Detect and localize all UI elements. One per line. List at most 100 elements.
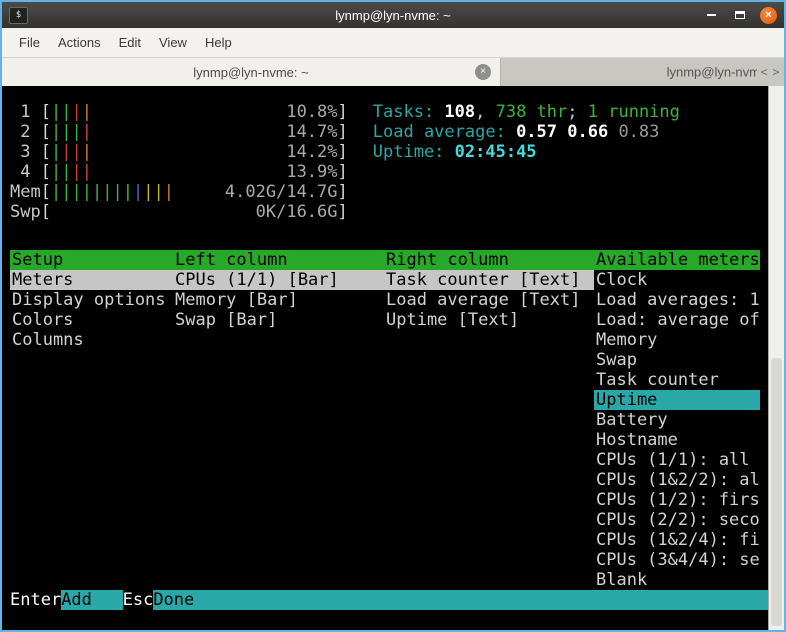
menu-item-file[interactable]: File xyxy=(10,35,49,50)
meter-bar: ||||10.8% xyxy=(51,102,338,122)
meter-value: 14.7% xyxy=(286,122,337,142)
meter-pipe: | xyxy=(71,182,81,202)
menu-bar: FileActionsEditViewHelp xyxy=(2,28,784,58)
tab-active[interactable]: lynmp@lyn-nvme: ~ × xyxy=(2,58,501,86)
meter-pipe: | xyxy=(71,162,81,182)
terminal-scrollbar[interactable] xyxy=(768,86,784,630)
panel-item-hostname[interactable]: Hostname xyxy=(594,430,760,450)
stat-segment: 0.66 xyxy=(567,122,618,142)
panel-item-task-counter-text[interactable]: Task counter [Text] xyxy=(384,270,594,290)
tab-inactive[interactable]: lynmp@lyn-nvm xyxy=(501,58,784,86)
meter-row: 1 [||||10.8%] xyxy=(10,102,348,122)
meter-row: 3 [||||14.2%] xyxy=(10,142,348,162)
menu-item-actions[interactable]: Actions xyxy=(49,35,110,50)
panel-right-column: Right columnTask counter [Text]Load aver… xyxy=(384,250,594,590)
menu-item-help[interactable]: Help xyxy=(196,35,241,50)
stat-line: Uptime: 02:45:45 xyxy=(373,142,680,162)
maximize-button[interactable] xyxy=(731,6,749,24)
meter-bar-fill: |||| xyxy=(51,122,286,142)
panel-item-display-options[interactable]: Display options xyxy=(10,290,173,310)
fn-action-done[interactable]: Done xyxy=(153,590,768,610)
panel-item-memory-bar[interactable]: Memory [Bar] xyxy=(173,290,384,310)
panel-item-meters[interactable]: Meters xyxy=(10,270,173,290)
window-title: lynmp@lyn-nvme: ~ xyxy=(2,8,784,23)
panel-item-cpus-1-1-bar[interactable]: CPUs (1/1) [Bar] xyxy=(173,270,384,290)
meter-bracket-close: ] xyxy=(338,182,348,202)
minimize-button[interactable] xyxy=(702,6,720,24)
panel-available-meters: Available metersClockLoad averages: 1Loa… xyxy=(594,250,760,590)
menu-item-view[interactable]: View xyxy=(150,35,196,50)
meter-bracket-open: [ xyxy=(41,142,51,162)
panel-item-swap-bar[interactable]: Swap [Bar] xyxy=(173,310,384,330)
meters-left: 1 [||||10.8%] 2 [||||14.7%] 3 [||||14.2%… xyxy=(10,102,348,222)
meter-pipe: | xyxy=(61,162,71,182)
panel-item-load-averages-1[interactable]: Load averages: 1 xyxy=(594,290,760,310)
panel-item-swap[interactable]: Swap xyxy=(594,350,760,370)
panel-item-cpus-1-1-all[interactable]: CPUs (1/1): all xyxy=(594,450,760,470)
panel-item-battery[interactable]: Battery xyxy=(594,410,760,430)
meter-pipe: | xyxy=(82,102,92,122)
panel-setup: SetupMetersDisplay optionsColorsColumns xyxy=(10,250,173,590)
meter-pipe: | xyxy=(143,182,153,202)
meter-pipe: | xyxy=(61,122,71,142)
panel-item-load-average-of[interactable]: Load: average of xyxy=(594,310,760,330)
meter-pipe: | xyxy=(82,162,92,182)
panel-header-left-column: Left column xyxy=(173,250,384,270)
meter-row: 2 [||||14.7%] xyxy=(10,122,348,142)
terminal-app-icon-glyph: $ xyxy=(16,11,21,20)
panel-item-blank[interactable]: Blank xyxy=(594,570,760,590)
scrollbar-thumb[interactable] xyxy=(771,358,782,626)
panel-item-cpus-1-2-4-fi[interactable]: CPUs (1&2/4): fi xyxy=(594,530,760,550)
meter-bracket-open: [ xyxy=(41,202,51,222)
stat-line: Load average: 0.57 0.66 0.83 xyxy=(373,122,680,142)
meter-pipe: | xyxy=(61,142,71,162)
meter-pipe: | xyxy=(51,122,61,142)
panel-item-uptime[interactable]: Uptime xyxy=(594,390,760,410)
meter-pipe: | xyxy=(61,102,71,122)
terminal-content[interactable]: 1 [||||10.8%] 2 [||||14.7%] 3 [||||14.2%… xyxy=(2,86,768,630)
panel-item-cpus-3-4-4-se[interactable]: CPUs (3&4/4): se xyxy=(594,550,760,570)
menu-item-edit[interactable]: Edit xyxy=(110,35,150,50)
fn-action-add[interactable]: Add xyxy=(61,590,122,610)
terminal-area: 1 [||||10.8%] 2 [||||14.7%] 3 [||||14.2%… xyxy=(2,86,784,630)
tab-scroll-right-icon[interactable]: > xyxy=(771,65,781,79)
tab-active-title: lynmp@lyn-nvme: ~ xyxy=(193,65,308,80)
panel-header-right-column: Right column xyxy=(384,250,594,270)
panel-item-memory[interactable]: Memory xyxy=(594,330,760,350)
tab-scroll-arrows: < > xyxy=(757,58,783,86)
panel-item-cpus-2-2-seco[interactable]: CPUs (2/2): seco xyxy=(594,510,760,530)
panel-item-load-average-text[interactable]: Load average [Text] xyxy=(384,290,594,310)
tab-close-icon[interactable]: × xyxy=(475,64,491,80)
meter-pipe: | xyxy=(82,142,92,162)
panel-item-cpus-1-2-firs[interactable]: CPUs (1/2): firs xyxy=(594,490,760,510)
titlebar[interactable]: $ lynmp@lyn-nvme: ~ × xyxy=(2,2,784,28)
panel-item-uptime-text[interactable]: Uptime [Text] xyxy=(384,310,594,330)
panel-left-column: Left columnCPUs (1/1) [Bar]Memory [Bar]S… xyxy=(173,250,384,590)
fn-key-esc[interactable]: Esc xyxy=(123,590,154,610)
meter-pipe: | xyxy=(112,182,122,202)
window-controls: × xyxy=(702,6,777,24)
stat-line: Tasks: 108, 738 thr; 1 running xyxy=(373,102,680,122)
panel-item-columns[interactable]: Columns xyxy=(10,330,173,350)
stat-segment: 1 running xyxy=(588,102,680,122)
close-button[interactable]: × xyxy=(760,7,777,24)
fn-key-enter[interactable]: Enter xyxy=(10,590,61,610)
panel-item-cpus-1-2-2-al[interactable]: CPUs (1&2/2): al xyxy=(594,470,760,490)
stat-segment: 108 xyxy=(444,102,475,122)
stats-block: Tasks: 108, 738 thr; 1 runningLoad avera… xyxy=(373,102,680,222)
stat-segment: Load average: xyxy=(373,122,516,142)
meter-row: Swp[0K/16.6G] xyxy=(10,202,348,222)
meter-bracket-close: ] xyxy=(338,102,348,122)
panel-item-task-counter[interactable]: Task counter xyxy=(594,370,760,390)
meter-bar-fill: |||||||||||| xyxy=(51,182,225,202)
meter-bracket-open: [ xyxy=(41,182,51,202)
panel-item-clock[interactable]: Clock xyxy=(594,270,760,290)
panel-item-colors[interactable]: Colors xyxy=(10,310,173,330)
meter-pipe: | xyxy=(82,122,92,142)
stat-segment: Uptime: xyxy=(373,142,455,162)
meter-pipe: | xyxy=(51,142,61,162)
tab-scroll-left-icon[interactable]: < xyxy=(759,65,769,79)
meter-row: 4 [||||13.9%] xyxy=(10,162,348,182)
meter-bar-fill: |||| xyxy=(51,102,286,122)
meter-bar: ||||13.9% xyxy=(51,162,338,182)
